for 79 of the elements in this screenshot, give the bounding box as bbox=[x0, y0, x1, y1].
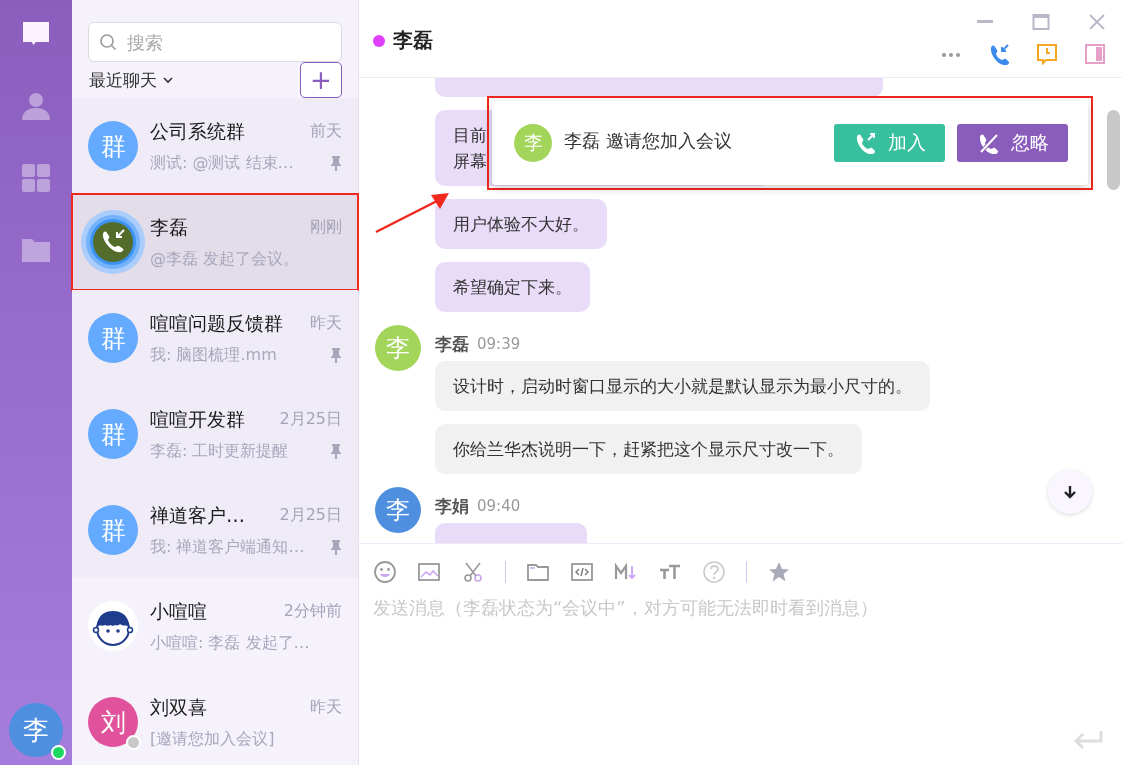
chat-item[interactable]: 群 喧喧开发群 2月25日 李磊: 工时更新提醒 bbox=[72, 386, 358, 482]
scroll-down-button[interactable] bbox=[1048, 470, 1092, 514]
minimize-button[interactable] bbox=[976, 20, 994, 23]
chat-avatar: 群 bbox=[88, 409, 138, 459]
emoji-icon[interactable] bbox=[373, 560, 397, 584]
chat-item[interactable]: 群 公司系统群 前天 测试: @测试 结束… bbox=[72, 98, 358, 194]
enter-key-icon[interactable] bbox=[1072, 729, 1104, 751]
chat-preview: 测试: @测试 结束… bbox=[150, 152, 294, 174]
close-icon bbox=[1088, 12, 1106, 31]
chat-preview: 我: 禅道客户端通知… bbox=[150, 536, 305, 558]
message-bubble: 设计时，启动时窗口显示的大小就是默认显示为最小尺寸的。 bbox=[435, 361, 930, 411]
pin-icon bbox=[330, 347, 342, 363]
message-time: 09:40 bbox=[477, 497, 521, 515]
chat-name: 李磊 bbox=[150, 214, 188, 240]
sender-name: 李磊 bbox=[435, 332, 469, 356]
sender-avatar: 李 bbox=[375, 487, 421, 533]
cut-icon[interactable] bbox=[461, 560, 485, 584]
chat-name: 喧喧开发群 bbox=[150, 406, 245, 432]
close-button[interactable] bbox=[1088, 12, 1106, 31]
chat-avatar: 群 bbox=[88, 505, 138, 555]
help-icon[interactable] bbox=[702, 560, 726, 584]
chat-name: 小喧喧 bbox=[150, 598, 207, 624]
chat-name: 禅道客户… bbox=[150, 502, 245, 528]
chat-item[interactable]: 李磊 刚刚 @李磊 发起了会议。 bbox=[72, 194, 358, 290]
incoming-call-avatar-icon bbox=[81, 210, 145, 274]
pin-icon bbox=[330, 539, 342, 555]
message-bubble: 你给兰华杰说明一下，赶紧把这个显示尺寸改一下。 bbox=[435, 424, 862, 474]
chevron-down-icon bbox=[162, 74, 174, 86]
search-field[interactable]: 搜索 bbox=[88, 22, 342, 62]
minimize-icon bbox=[976, 20, 994, 23]
pin-icon bbox=[330, 155, 342, 171]
clock-message-icon[interactable] bbox=[1036, 42, 1058, 65]
message-time: 09:39 bbox=[477, 335, 521, 353]
chat-time: 2分钟前 bbox=[283, 601, 342, 622]
pin-icon bbox=[330, 443, 342, 459]
chat-time: 昨天 bbox=[310, 313, 342, 334]
image-icon[interactable] bbox=[417, 560, 441, 584]
invite-message: 李磊 邀请您加入会议 bbox=[564, 129, 733, 153]
star-icon[interactable] bbox=[767, 560, 791, 584]
incoming-call-icon[interactable] bbox=[988, 42, 1010, 65]
chat-item[interactable]: 群 喧喧问题反馈群 昨天 我: 脑图梳理.mm bbox=[72, 290, 358, 386]
recent-chats-dropdown[interactable]: 最近聊天 bbox=[89, 68, 174, 92]
chat-name: 喧喧问题反馈群 bbox=[150, 310, 283, 336]
maximize-icon bbox=[1032, 12, 1050, 31]
apps-nav-button[interactable] bbox=[20, 162, 52, 194]
chat-preview: [邀请您加入会议] bbox=[150, 728, 275, 750]
chat-item[interactable]: 群 禅道客户… 2月25日 我: 禅道客户端通知… bbox=[72, 482, 358, 578]
message-bubble: 用户体验不大好。 bbox=[435, 199, 607, 249]
chat-item[interactable]: 小喧喧 2分钟前 小喧喧: 李磊 发起了… bbox=[72, 578, 358, 674]
chat-name: 刘双喜 bbox=[150, 694, 207, 720]
chat-preview: 我: 脑图梳理.mm bbox=[150, 344, 277, 366]
sidebar-toggle-icon[interactable] bbox=[1084, 42, 1106, 65]
code-icon[interactable] bbox=[570, 560, 594, 584]
sender-avatar: 李 bbox=[375, 325, 421, 371]
chat-avatar: 群 bbox=[88, 313, 138, 363]
chat-time: 2月25日 bbox=[279, 409, 342, 430]
chat-preview: 李磊: 工时更新提醒 bbox=[150, 440, 289, 462]
chat-time: 2月25日 bbox=[279, 505, 342, 526]
chat-time: 昨天 bbox=[310, 697, 342, 718]
scrollbar-thumb[interactable] bbox=[1107, 110, 1120, 190]
arrow-down-icon bbox=[1062, 484, 1078, 500]
chat-time: 前天 bbox=[310, 121, 342, 142]
sender-name: 李娟 bbox=[435, 494, 469, 518]
cartoon-face-avatar-icon bbox=[88, 601, 138, 651]
message-bubble: 希望确定下来。 bbox=[435, 262, 590, 312]
chat-avatar: 刘 bbox=[88, 697, 138, 747]
chat-name: 公司系统群 bbox=[150, 118, 245, 144]
add-button[interactable]: + bbox=[300, 62, 342, 98]
ignore-button[interactable]: 忽略 bbox=[957, 124, 1068, 162]
chat-avatar: 群 bbox=[88, 121, 138, 171]
inviter-avatar: 李 bbox=[514, 124, 552, 162]
maximize-button[interactable] bbox=[1032, 12, 1050, 31]
chat-time: 刚刚 bbox=[310, 217, 342, 238]
chat-preview: @李磊 发起了会议。 bbox=[150, 248, 300, 270]
conversation-title: 李磊 bbox=[393, 27, 433, 54]
search-icon bbox=[99, 33, 117, 51]
chat-preview: 小喧喧: 李磊 发起了… bbox=[150, 632, 310, 654]
chat-item[interactable]: 刘 刘双喜 昨天 [邀请您加入会议] bbox=[72, 674, 358, 765]
contacts-nav-button[interactable] bbox=[20, 90, 52, 122]
